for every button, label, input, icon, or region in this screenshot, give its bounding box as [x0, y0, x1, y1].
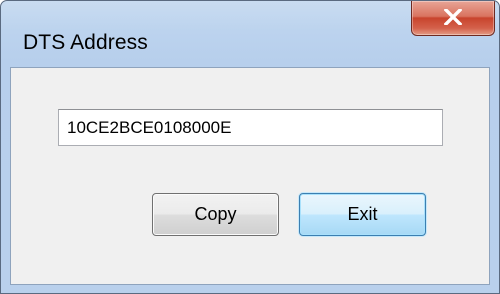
dialog-body: 10CE2BCE0108000E Copy Exit: [10, 67, 490, 285]
close-button[interactable]: [411, 1, 495, 36]
window-title: DTS Address: [23, 31, 148, 54]
title-bar[interactable]: DTS Address: [1, 1, 499, 67]
exit-button[interactable]: Exit: [299, 193, 426, 236]
copy-button[interactable]: Copy: [152, 193, 279, 236]
close-icon: [444, 9, 462, 25]
dialog-window: DTS Address 10CE2BCE0108000E Copy Exit: [0, 0, 500, 294]
address-field[interactable]: 10CE2BCE0108000E: [58, 109, 443, 146]
